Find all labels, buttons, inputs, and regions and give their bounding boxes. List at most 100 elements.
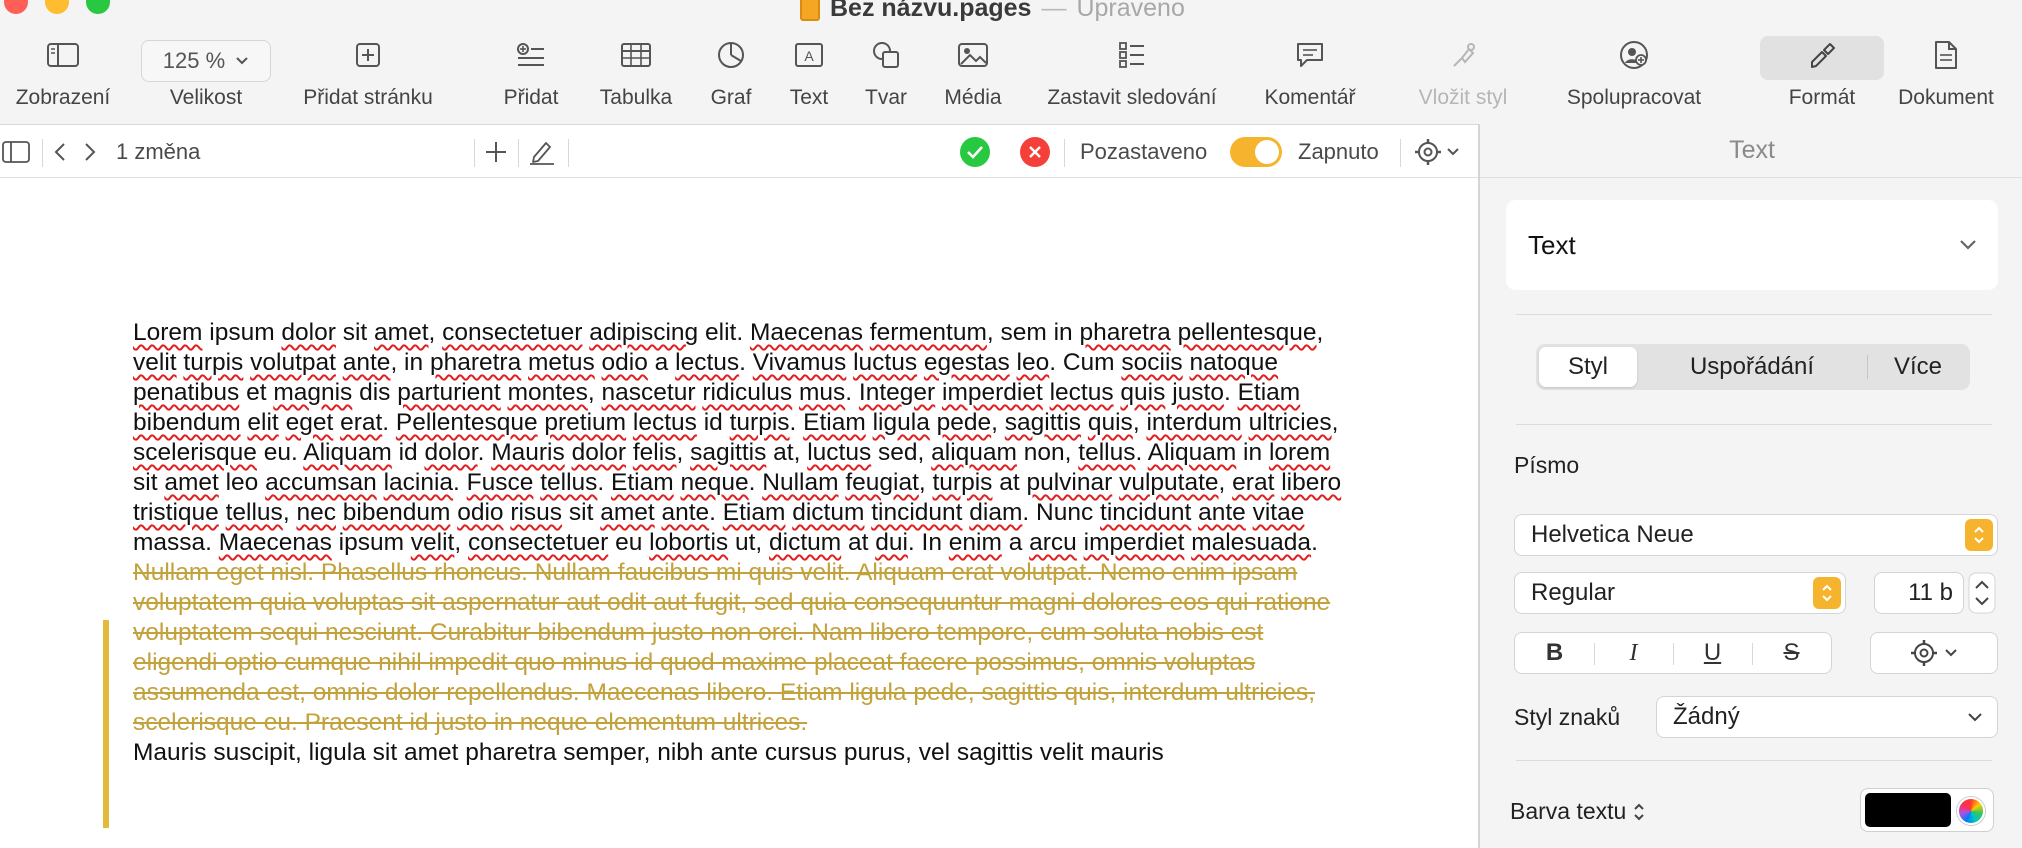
bold-button[interactable]: B (1515, 633, 1594, 673)
comment-button[interactable]: Komentář (1258, 38, 1362, 118)
misspelled-word: luctus (807, 439, 872, 466)
misspelled-word: vulputate (1119, 469, 1219, 496)
add-page-icon (351, 38, 385, 72)
view-button[interactable]: Zobrazení (8, 38, 118, 118)
table-button[interactable]: Tabulka (594, 38, 678, 118)
misspelled-word: interdum (1146, 409, 1242, 436)
previous-change-button[interactable] (52, 125, 68, 179)
paragraph-1[interactable]: Lorem ipsum dolor sit amet, consectetuer… (133, 318, 1353, 558)
plus-icon (486, 142, 506, 162)
char-style-select[interactable]: Žádný (1656, 696, 1998, 738)
media-button[interactable]: Média (938, 38, 1008, 118)
font-family-select[interactable]: Helvetica Neue (1514, 514, 1998, 556)
text-run: sed, (871, 439, 932, 466)
close-window-button[interactable] (4, 0, 28, 14)
paragraph-3[interactable]: Mauris suscipit, ligula sit amet pharetr… (133, 738, 1353, 768)
title-separator: — (1041, 0, 1067, 22)
minimize-window-button[interactable] (45, 0, 69, 14)
add-comment-button[interactable] (484, 125, 508, 179)
misspelled-word: elit (247, 409, 279, 436)
misspelled-word: vitae (1252, 499, 1305, 526)
text-run: , (918, 469, 933, 496)
text-run (626, 439, 633, 466)
tab-more[interactable]: Více (1868, 347, 1968, 387)
misspelled-word: turpis (932, 469, 993, 496)
misspelled-word: tellus (1078, 439, 1136, 466)
toggle-sidebar-button[interactable] (2, 125, 30, 179)
text-run: . (1223, 379, 1238, 406)
stop-tracking-button[interactable]: Zastavit sledování (1036, 38, 1228, 118)
paragraph-style-menu[interactable]: Text (1506, 200, 1998, 290)
highlight-button[interactable] (528, 125, 556, 179)
advanced-options-button[interactable] (1870, 632, 1998, 674)
text-run: . (382, 409, 396, 436)
paste-style-button[interactable]: Vložit styl (1392, 38, 1534, 118)
text-color-toggle[interactable]: Barva textu (1510, 798, 1646, 825)
italic-button[interactable]: I (1594, 633, 1673, 673)
next-change-button[interactable] (82, 125, 98, 179)
chart-button[interactable]: Graf (704, 38, 758, 118)
window-toolbar: Bez názvu.pages — Upraveno Zobrazení 125… (0, 0, 2022, 124)
misspelled-word: amet (374, 319, 429, 346)
add-page-label: Přidat stránku (303, 86, 433, 109)
text-run (1171, 319, 1178, 346)
strikethrough-button[interactable]: S (1752, 633, 1831, 673)
chevron-down-icon (1447, 148, 1459, 156)
text-run (935, 379, 942, 406)
text-run: , (1218, 469, 1233, 496)
text-box-button[interactable]: A Text (782, 38, 836, 118)
text-run: id (696, 409, 730, 436)
text-run: sit (562, 499, 601, 526)
misspelled-word: eget (285, 409, 334, 436)
text-run: , in (390, 349, 430, 376)
text-run: , (991, 409, 1005, 436)
collaborate-icon (1617, 38, 1651, 72)
text-run: eu (608, 529, 650, 556)
misspelled-word: velit (410, 529, 455, 556)
misspelled-word: sociis (1121, 349, 1183, 376)
misspelled-word: tellus (225, 499, 283, 526)
deleted-paragraph[interactable]: Nullam eget nisl. Phasellus rhoncus. Nul… (133, 558, 1353, 738)
misspelled-word: parturient (397, 379, 501, 406)
tracking-toggle[interactable] (1230, 125, 1282, 179)
font-size-stepper[interactable] (1968, 572, 1996, 614)
misspelled-word: ante (1198, 499, 1246, 526)
text-run (279, 409, 286, 436)
misspelled-word: Fusce (466, 469, 534, 496)
insert-icon (514, 38, 548, 72)
font-size-field[interactable]: 11 b (1874, 572, 1964, 614)
text-run (219, 499, 226, 526)
misspelled-word: lorem (1268, 439, 1331, 466)
text-run (792, 379, 799, 406)
underline-button[interactable]: U (1673, 633, 1752, 673)
misspelled-word: pulvinar (1026, 469, 1113, 496)
collaborate-button[interactable]: Spolupracovat (1556, 38, 1712, 118)
font-weight-select[interactable]: Regular (1514, 572, 1846, 614)
document-status: Upraveno (1076, 0, 1185, 22)
shape-button[interactable]: Tvar (860, 38, 912, 118)
document-button[interactable]: Dokument (1890, 38, 2002, 118)
accept-change-button[interactable] (960, 125, 990, 179)
reject-change-button[interactable] (1020, 125, 1050, 179)
insert-button[interactable]: Přidat (496, 38, 566, 118)
misspelled-word: turpis (729, 409, 790, 436)
misspelled-word: Maecenas (749, 319, 863, 346)
table-icon (619, 38, 653, 72)
misspelled-word: Mauris (491, 439, 565, 466)
text-color-swatch[interactable] (1865, 793, 1951, 827)
shape-icon (869, 38, 903, 72)
add-page-button[interactable]: Přidat stránku (293, 38, 443, 118)
misspelled-word: aliquam (931, 439, 1017, 466)
misspelled-word: ligula (872, 409, 930, 436)
tab-layout[interactable]: Uspořádání (1637, 347, 1867, 387)
tracking-options-button[interactable] (1414, 125, 1460, 179)
misspelled-word: Etiam (803, 409, 866, 436)
track-changes-icon (1115, 38, 1149, 72)
color-wheel-icon[interactable] (1957, 797, 1985, 825)
document-canvas[interactable]: Lorem ipsum dolor sit amet, consectetuer… (0, 178, 1478, 848)
fullscreen-window-button[interactable] (86, 0, 110, 14)
text-color-well[interactable] (1860, 788, 1994, 832)
format-button[interactable]: Formát (1770, 38, 1874, 118)
document-body[interactable]: Lorem ipsum dolor sit amet, consectetuer… (133, 318, 1353, 768)
tab-style[interactable]: Styl (1539, 347, 1637, 387)
